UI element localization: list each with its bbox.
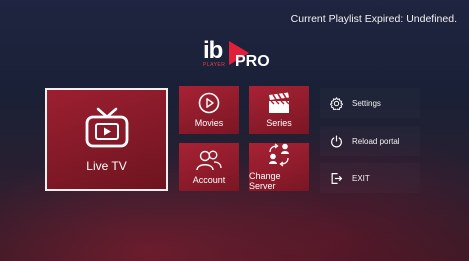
- play-circle-icon: [198, 92, 220, 114]
- account-tile[interactable]: Account: [179, 143, 239, 191]
- reload-label: Reload portal: [352, 136, 400, 146]
- status-text: Current Playlist Expired: Undefined.: [290, 13, 457, 25]
- exit-button[interactable]: EXIT: [320, 163, 420, 193]
- users-icon: [196, 150, 222, 171]
- logo-player-text: PLAYER: [203, 62, 226, 68]
- account-label: Account: [192, 175, 226, 185]
- live-tv-tile[interactable]: Live TV: [45, 88, 168, 191]
- clapperboard-icon: [269, 92, 290, 113]
- tv-icon: [85, 107, 128, 147]
- change-server-tile[interactable]: Change Server: [249, 143, 309, 191]
- app-logo: ib PRO PLAYER: [203, 37, 270, 73]
- movies-label: Movies: [194, 118, 224, 128]
- movies-tile[interactable]: Movies: [179, 86, 239, 134]
- settings-label: Settings: [352, 98, 381, 108]
- exit-icon: [328, 172, 344, 185]
- settings-button[interactable]: Settings: [320, 88, 420, 118]
- live-tv-label: Live TV: [86, 158, 127, 173]
- exit-label: EXIT: [352, 173, 370, 183]
- series-tile[interactable]: Series: [249, 86, 309, 134]
- gear-icon: [328, 96, 344, 110]
- power-icon: [328, 134, 344, 148]
- reload-portal-button[interactable]: Reload portal: [320, 126, 420, 156]
- change-server-label: Change Server: [249, 171, 281, 191]
- logo-pro-text: PRO: [235, 53, 270, 70]
- logo-ib-text: ib: [203, 37, 223, 64]
- swap-users-icon: [269, 143, 289, 167]
- series-label: Series: [266, 118, 292, 128]
